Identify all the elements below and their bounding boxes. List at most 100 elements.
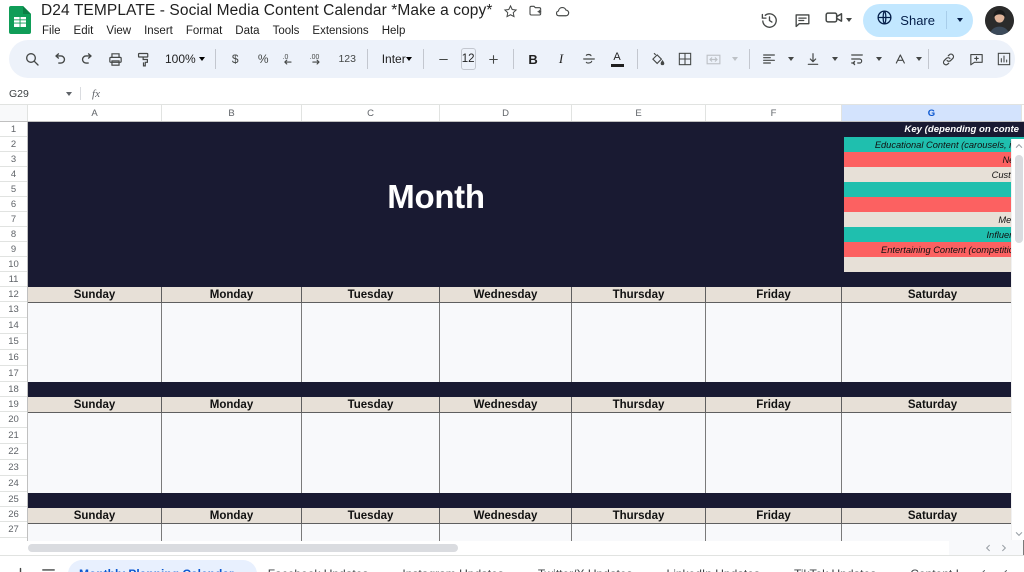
- row-header-5[interactable]: 5: [0, 182, 27, 197]
- month-banner[interactable]: Month: [28, 122, 844, 272]
- scroll-left-icon[interactable]: [981, 541, 995, 555]
- day-cell[interactable]: [572, 413, 706, 493]
- percent-format-button[interactable]: %: [250, 46, 277, 73]
- menu-format[interactable]: Format: [185, 25, 223, 37]
- vertical-align-icon[interactable]: [800, 46, 827, 73]
- horizontal-scrollbar[interactable]: [0, 541, 949, 555]
- menu-insert[interactable]: Insert: [143, 25, 174, 37]
- column-header-d[interactable]: D: [440, 105, 572, 121]
- text-wrap-icon[interactable]: [844, 46, 871, 73]
- share-button[interactable]: Share: [863, 3, 973, 37]
- weekday-monday-2[interactable]: Monday: [162, 397, 302, 413]
- sheet-tab-instagram-updates[interactable]: Instagram Updates: [391, 560, 526, 572]
- weekday-thursday-3[interactable]: Thursday: [572, 508, 706, 524]
- column-header-c[interactable]: C: [302, 105, 440, 121]
- select-all-corner[interactable]: [0, 105, 28, 121]
- key-row-2[interactable]: Nev: [844, 152, 1024, 167]
- row-header-16[interactable]: 16: [0, 350, 27, 366]
- key-row-8[interactable]: Entertaining Content (competition: [844, 242, 1024, 257]
- weekday-saturday-1[interactable]: Saturday: [842, 287, 1024, 303]
- currency-format-button[interactable]: $: [222, 46, 249, 73]
- insert-link-icon[interactable]: [935, 46, 962, 73]
- row-header-8[interactable]: 8: [0, 227, 27, 242]
- sheets-logo-icon[interactable]: [8, 5, 32, 35]
- merge-cells-control[interactable]: [700, 46, 743, 73]
- formula-input[interactable]: [111, 83, 1024, 104]
- menu-file[interactable]: File: [41, 25, 62, 37]
- prev-tab-icon[interactable]: [970, 560, 992, 572]
- create-filter-icon[interactable]: [1019, 46, 1024, 73]
- row-header-10[interactable]: 10: [0, 257, 27, 272]
- document-title[interactable]: D24 TEMPLATE - Social Media Content Cale…: [41, 2, 493, 20]
- weekday-friday-1[interactable]: Friday: [706, 287, 842, 303]
- row-header-2[interactable]: 2: [0, 137, 27, 152]
- move-to-folder-icon[interactable]: [528, 3, 545, 20]
- font-size-input[interactable]: 12: [460, 48, 476, 70]
- vertical-scroll-thumb[interactable]: [1015, 155, 1023, 243]
- day-cell[interactable]: [28, 413, 162, 493]
- strikethrough-icon[interactable]: [576, 46, 603, 73]
- increase-font-size-button[interactable]: [480, 46, 507, 73]
- scroll-right-icon[interactable]: [997, 541, 1011, 555]
- day-cell[interactable]: [706, 413, 842, 493]
- row-header-4[interactable]: 4: [0, 167, 27, 182]
- sheet-tab-tiktok-updates[interactable]: TikTok Updates: [783, 560, 899, 572]
- column-header-g[interactable]: G: [842, 105, 1022, 121]
- horizontal-align-icon[interactable]: [756, 46, 783, 73]
- row-header-24[interactable]: 24: [0, 476, 27, 492]
- weekday-sunday-2[interactable]: Sunday: [28, 397, 162, 413]
- row-header-22[interactable]: 22: [0, 444, 27, 460]
- day-cell[interactable]: [440, 413, 572, 493]
- menu-view[interactable]: View: [105, 25, 132, 37]
- row-header-20[interactable]: 20: [0, 412, 27, 428]
- version-history-icon[interactable]: [754, 5, 784, 35]
- meet-button[interactable]: [820, 5, 854, 35]
- day-cell[interactable]: [302, 303, 440, 382]
- undo-icon[interactable]: [46, 46, 73, 73]
- column-header-a[interactable]: A: [28, 105, 162, 121]
- print-icon[interactable]: [102, 46, 129, 73]
- row-header-15[interactable]: 15: [0, 334, 27, 350]
- text-color-button[interactable]: A: [604, 46, 631, 73]
- add-sheet-icon[interactable]: [6, 560, 34, 572]
- rotation-caret-icon[interactable]: [915, 46, 922, 73]
- row-header-17[interactable]: 17: [0, 366, 27, 382]
- name-box-caret-icon[interactable]: [58, 83, 80, 104]
- sheet-tab-linkedin-updates[interactable]: LinkedIn Updates: [656, 560, 783, 572]
- name-box[interactable]: G29: [0, 83, 58, 104]
- row-header-14[interactable]: 14: [0, 318, 27, 334]
- day-cell[interactable]: [706, 303, 842, 382]
- weekday-saturday-3[interactable]: Saturday: [842, 508, 1024, 524]
- row-header-12[interactable]: 12: [0, 287, 27, 302]
- search-icon[interactable]: [18, 46, 45, 73]
- key-row-4[interactable]: [844, 182, 1024, 197]
- day-cell[interactable]: [162, 303, 302, 382]
- redo-icon[interactable]: [74, 46, 101, 73]
- more-formats-button[interactable]: 123: [334, 46, 361, 73]
- insert-chart-icon[interactable]: [991, 46, 1018, 73]
- menu-extensions[interactable]: Extensions: [311, 25, 369, 37]
- sheet-tab-twitter-x-updates[interactable]: Twitter/X Updates: [527, 560, 656, 572]
- menu-edit[interactable]: Edit: [73, 25, 95, 37]
- weekday-monday-3[interactable]: Monday: [162, 508, 302, 524]
- weekday-thursday-1[interactable]: Thursday: [572, 287, 706, 303]
- row-header-23[interactable]: 23: [0, 460, 27, 476]
- row-header-26[interactable]: 26: [0, 507, 27, 522]
- decrease-decimal-button[interactable]: .0: [278, 46, 305, 73]
- avatar[interactable]: [985, 5, 1014, 35]
- row-header-7[interactable]: 7: [0, 212, 27, 227]
- column-header-f[interactable]: F: [706, 105, 842, 121]
- key-row-7[interactable]: Influenc: [844, 227, 1024, 242]
- row-header-25[interactable]: 25: [0, 492, 27, 507]
- weekday-wednesday-1[interactable]: Wednesday: [440, 287, 572, 303]
- decrease-font-size-button[interactable]: [430, 46, 457, 73]
- scroll-down-icon[interactable]: [1012, 527, 1024, 540]
- increase-decimal-button[interactable]: .00: [306, 46, 333, 73]
- paint-format-icon[interactable]: [130, 46, 157, 73]
- share-dropdown-icon[interactable]: [947, 4, 973, 37]
- weekday-thursday-2[interactable]: Thursday: [572, 397, 706, 413]
- weekday-wednesday-3[interactable]: Wednesday: [440, 508, 572, 524]
- weekday-friday-2[interactable]: Friday: [706, 397, 842, 413]
- day-cell[interactable]: [842, 303, 1024, 382]
- zoom-control[interactable]: 100%: [158, 46, 209, 73]
